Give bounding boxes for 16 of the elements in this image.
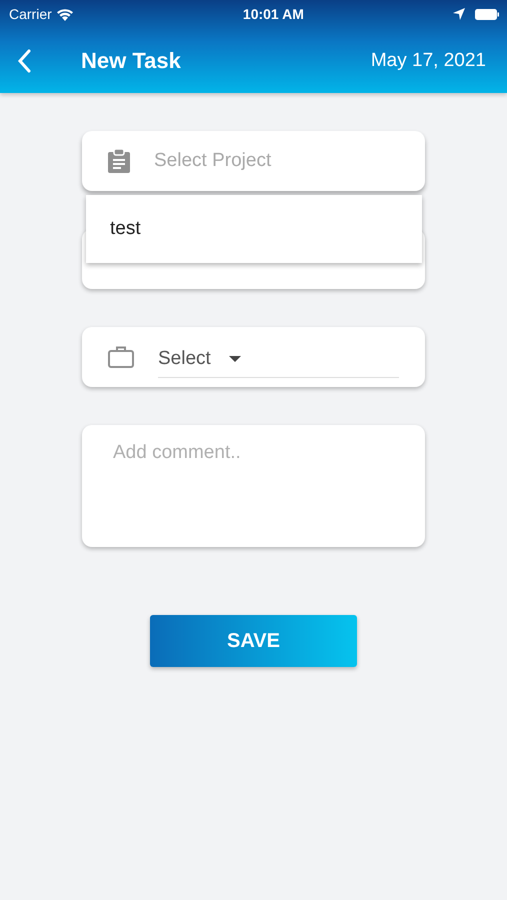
project-placeholder: Select Project: [154, 150, 272, 172]
comment-field[interactable]: Add comment..: [82, 425, 425, 547]
clipboard-icon: [108, 149, 130, 173]
category-select-field[interactable]: Select: [82, 327, 425, 387]
page-title: New Task: [81, 48, 182, 74]
category-value: Select: [158, 348, 211, 370]
battery-icon: [474, 8, 499, 20]
wifi-icon: [56, 8, 74, 20]
dropdown-option[interactable]: test: [86, 195, 422, 263]
date-label: May 17, 2021: [370, 50, 486, 72]
carrier-name: Carrier: [9, 6, 52, 22]
back-button[interactable]: [17, 48, 31, 72]
clock-time: 10:01 AM: [242, 6, 304, 22]
caret-icon: [228, 356, 241, 362]
location-icon: [452, 8, 465, 20]
briefcase-icon: [108, 346, 134, 368]
